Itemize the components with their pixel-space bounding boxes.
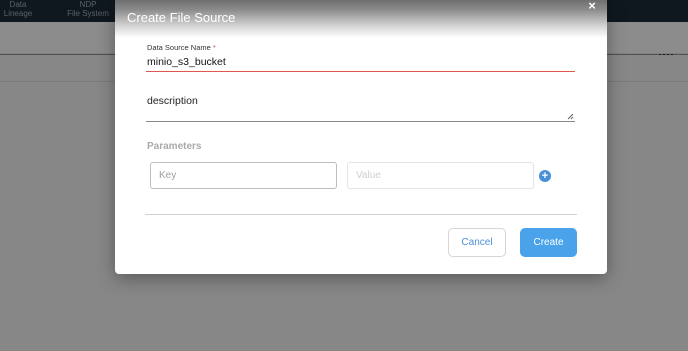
create-file-source-dialog: Create File Source × Data Source Name * …: [115, 0, 607, 274]
data-source-name-input[interactable]: [146, 52, 575, 72]
close-icon[interactable]: ×: [585, 0, 599, 13]
parameter-key-input[interactable]: [150, 162, 337, 189]
dialog-footer-divider: [145, 214, 577, 215]
cancel-button[interactable]: Cancel: [448, 228, 506, 257]
add-parameter-icon[interactable]: +: [539, 170, 551, 182]
dialog-title: Create File Source: [127, 10, 236, 25]
required-marker: *: [212, 43, 216, 52]
parameters-heading: Parameters: [147, 141, 202, 152]
data-source-name-label-text: Data Source Name: [147, 43, 211, 52]
parameter-value-input[interactable]: [347, 162, 534, 189]
create-button[interactable]: Create: [520, 228, 577, 257]
dialog-header: Create File Source ×: [115, 0, 607, 38]
data-source-name-label: Data Source Name *: [147, 43, 216, 52]
description-textarea[interactable]: [146, 92, 575, 122]
resize-grip-icon[interactable]: [567, 113, 574, 120]
